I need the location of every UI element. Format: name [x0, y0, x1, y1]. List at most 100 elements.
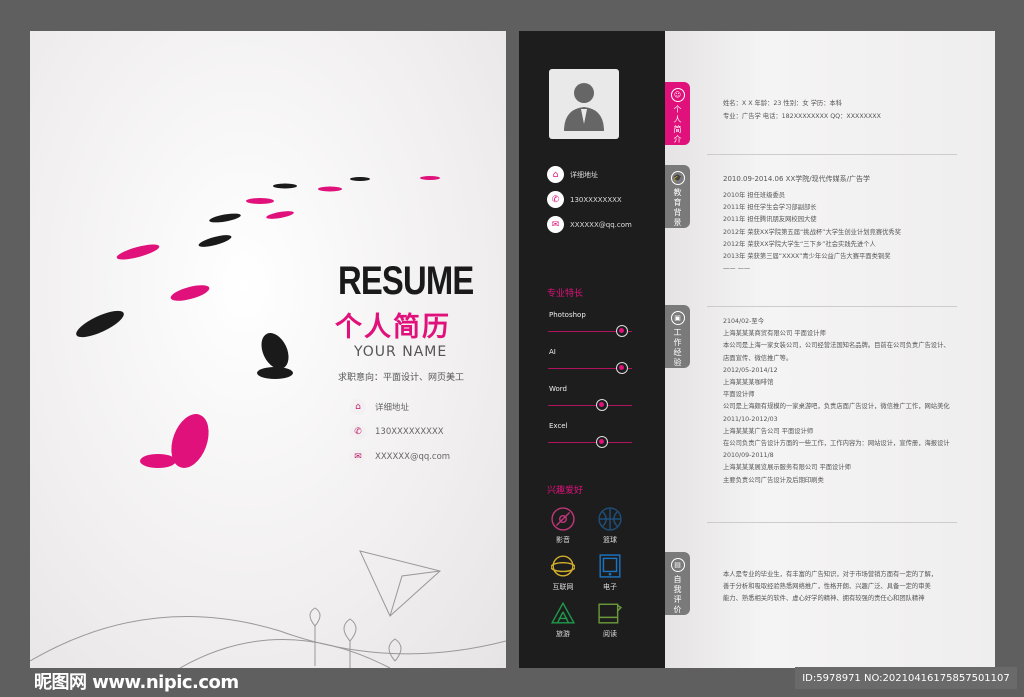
- resume-heading: RESUME: [338, 259, 474, 303]
- tab-3[interactable]: ▣ 工作经验: [665, 305, 690, 368]
- note-icon: ▤: [670, 558, 685, 572]
- skill-label: Word: [549, 385, 567, 393]
- skill-slider[interactable]: [548, 399, 632, 411]
- book-icon: [598, 603, 622, 624]
- person-silhouette-icon: [564, 83, 604, 131]
- edu-line: —— ——: [723, 265, 751, 273]
- address-text: 详细地址: [375, 403, 410, 413]
- skill-label: Excel: [549, 422, 568, 430]
- work-line: 主要负责公司广告设计及后期印刷类: [723, 476, 824, 484]
- hobbies-title: 兴趣爱好: [547, 486, 584, 496]
- skill-label: AI: [549, 348, 556, 356]
- tab-label: 自我评价: [673, 575, 682, 614]
- cover-phone: ✆ 130XXXXXXXXX: [350, 424, 444, 440]
- work-line: 2011/10-2012/03: [723, 415, 778, 423]
- disc-icon: [551, 507, 575, 531]
- globe-icon: [551, 555, 575, 577]
- divider: [707, 306, 957, 307]
- watermark-id: ID:5978971 NO:20210416175857501107: [795, 667, 1017, 689]
- tab-label: 个人简介: [673, 105, 682, 144]
- edu-line: 2011年 担任学生会学习部副部长: [723, 204, 817, 212]
- cover-address: ⌂ 详细地址: [350, 399, 409, 415]
- person-icon: ☺: [670, 88, 685, 102]
- work-line: 在公司负责广告设计方面的一些工作，工作内容为：网站设计，宣传册，海报设计: [723, 440, 950, 447]
- self-line: 善于分析和吸取经验熟悉网络推广，性格开朗、兴趣广泛、具备一定的审美: [723, 583, 931, 591]
- skills-title: 专业特长: [547, 289, 584, 299]
- basketball-icon: [598, 507, 622, 531]
- skill-knob[interactable]: [595, 436, 608, 448]
- skill-knob[interactable]: [615, 325, 628, 337]
- hobby-label: 电子: [603, 583, 617, 591]
- work-line: 平面设计师: [723, 391, 755, 399]
- skill-knob[interactable]: [615, 362, 628, 374]
- tab-4[interactable]: ▤ 自我评价: [665, 552, 690, 615]
- phone-icon: ✆: [547, 191, 564, 208]
- profile-line-1: 姓名：X X 年龄：23 性别：女 学历：本科: [723, 100, 843, 107]
- hobby-4: 电子: [590, 554, 630, 592]
- mail-icon: ✉: [547, 216, 564, 233]
- work-line: 上海某某某商贸有限公司 平面设计师: [723, 330, 826, 338]
- divider: [707, 154, 957, 155]
- avatar: [549, 69, 619, 139]
- work-line: 2104/02-至今: [723, 318, 765, 325]
- work-line: 本公司是上海一家女装公司，公司经营法国知名品牌。目前在公司负责广告设计、: [723, 342, 950, 350]
- divider: [707, 522, 957, 523]
- mail-icon: ✉: [350, 449, 366, 465]
- job-intent: 求职意向：平面设计、网页美工: [338, 373, 465, 383]
- work-line: 上海某某某广告公司 平面设计师: [723, 427, 814, 435]
- briefcase-icon: ▣: [670, 311, 685, 325]
- skill-slider[interactable]: [548, 362, 632, 374]
- skill-slider[interactable]: [548, 325, 632, 337]
- hobby-label: 影音: [556, 536, 570, 544]
- hobby-label: 阅读: [603, 630, 617, 638]
- work-line: 2012/05-2014/12: [723, 366, 778, 374]
- work-line: 上海某某某咖啡馆: [723, 379, 774, 386]
- tab-1[interactable]: ☺ 个人简介: [665, 82, 690, 145]
- candidate-name: YOUR NAME: [354, 344, 448, 360]
- address-text: 详细地址: [570, 170, 598, 179]
- resume-content: ☺ 个人简介 🎓 教育背景 ▣ 工作经验 ▤ 自我评价 姓名：X X 年龄：23 性别：女 学…: [665, 31, 995, 668]
- hobby-label: 互联网: [552, 583, 574, 591]
- tab-2[interactable]: 🎓 教育背景: [665, 165, 690, 228]
- edu-line: 2010年 担任班级委员: [723, 192, 786, 199]
- hobby-2: 篮球: [590, 507, 630, 545]
- hobby-5: 旅游: [543, 601, 583, 639]
- self-line: 本人是专业的毕业生，有丰富的广告知识，对于市场营销方面有一定的了解，: [723, 571, 938, 578]
- phone-icon: ✆: [350, 424, 366, 440]
- edu-line: 2011年 担任腾讯朋友网校园大使: [723, 216, 817, 224]
- work-line: 2010/09-2011/8: [723, 452, 774, 460]
- hobby-1: 影音: [543, 507, 583, 545]
- tab-label: 工作经验: [673, 328, 682, 367]
- cover-email: ✉ XXXXXX@qq.com: [350, 449, 450, 465]
- tent-icon: [551, 601, 575, 624]
- phone-text: 130XXXXXXXX: [570, 195, 622, 204]
- work-line: 公司是上海颇有规模的一家桌游吧，负责店面广告设计，微信推广工作，网站美化: [723, 403, 950, 411]
- sidebar-phone: ✆ 130XXXXXXXX: [547, 191, 622, 208]
- resume-cover-page: RESUME 个人简历 YOUR NAME 求职意向：平面设计、网页美工 ⌂ 详细…: [30, 31, 506, 668]
- email-text: XXXXXX@qq.com: [375, 452, 451, 462]
- profile-line-2: 专业：广告学 电话：182XXXXXXXX QQ：XXXXXXXX: [723, 113, 881, 120]
- skill-slider[interactable]: [548, 436, 632, 448]
- tab-label: 教育背景: [673, 188, 682, 227]
- hobby-3: 互联网: [543, 554, 583, 592]
- skill-knob[interactable]: [595, 399, 608, 411]
- skill-label: Photoshop: [549, 311, 586, 319]
- watermark-site: 昵图网 www.nipic.com: [34, 672, 239, 693]
- education-header: 2010.09-2014.06 XX学院/现代传媒系/广告学: [723, 175, 870, 183]
- hobby-6: 阅读: [590, 601, 630, 639]
- edu-line: 2012年 荣获XX学院第五届“挑战杯”大学生创业计划竞赛优秀奖: [723, 228, 902, 236]
- phone-text: 130XXXXXXXXX: [375, 427, 444, 437]
- edu-line: 2013年 荣获第三届“XXXX”青少年公益广告大赛平面类铜奖: [723, 253, 891, 260]
- work-line: 上海某某某展览展示服务有限公司 平面设计师: [723, 464, 851, 472]
- resume-title-cn: 个人简历: [335, 312, 451, 343]
- hobby-label: 篮球: [603, 536, 617, 544]
- home-icon: ⌂: [350, 399, 366, 415]
- hobby-label: 旅游: [556, 630, 570, 638]
- edu-line: 2012年 荣获XX学院大学生“三下乡”社会实践先进个人: [723, 240, 876, 248]
- graduation-cap-icon: 🎓: [670, 171, 685, 185]
- sidebar-email: ✉ XXXXXX@qq.com: [547, 216, 632, 233]
- work-line: 店面宣传、微信推广等。: [723, 354, 793, 362]
- self-line: 能力、熟悉相关的软件、虚心好学的精神、拥有较强的责任心和团队精神: [723, 595, 925, 603]
- email-text: XXXXXX@qq.com: [570, 220, 632, 229]
- sidebar-address: ⌂ 详细地址: [547, 166, 598, 183]
